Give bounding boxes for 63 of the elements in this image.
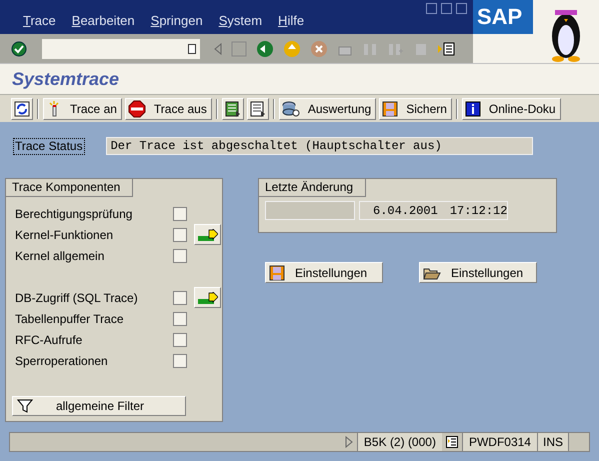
settings-button[interactable]: Einstellungen [265, 262, 383, 283]
expand-arrow-icon[interactable] [344, 436, 353, 448]
up-icon[interactable] [283, 40, 301, 58]
component-label: DB-Zugriff (SQL Trace) [15, 290, 139, 306]
component-label: Sperroperationen [15, 352, 109, 370]
toolbar-icon-button[interactable] [11, 98, 33, 120]
toolbar-button[interactable]: Trace aus [124, 98, 212, 120]
checkbox[interactable] [173, 290, 187, 304]
component-label: Berechtigungsprüfung [15, 206, 134, 222]
list-icon[interactable] [446, 436, 458, 448]
checkbox[interactable] [173, 354, 187, 368]
menu-item[interactable]: Trace [23, 10, 56, 30]
funnel-icon [17, 398, 33, 414]
filter-button[interactable]: allgemeine Filter [12, 396, 186, 416]
back-icon[interactable] [256, 40, 274, 58]
toolbar-button[interactable]: Online-Doku [462, 98, 561, 120]
menu-item[interactable]: Hilfe [278, 10, 304, 30]
toolbar-button[interactable]: Trace an [43, 98, 122, 120]
toolbar-button[interactable]: Sichern [379, 98, 452, 120]
checkbox[interactable] [173, 206, 187, 220]
refresh-icon [14, 100, 30, 116]
field-label: Trace Status [13, 138, 85, 154]
checkbox[interactable] [173, 248, 187, 262]
component-label: Tabellenpuffer Trace [15, 310, 125, 328]
group-title: Letzte Änderung [259, 179, 366, 197]
detail-button[interactable] [194, 224, 221, 245]
history-icon[interactable] [188, 44, 196, 54]
component-label: RFC-Aufrufe [15, 332, 84, 348]
checkbox[interactable] [173, 312, 187, 326]
group-title: Trace Komponenten [6, 179, 134, 197]
page-title: Systemtrace [12, 68, 120, 91]
list-icon [224, 100, 241, 116]
database-icon [282, 100, 300, 116]
time-text: 17:12:12 [450, 202, 508, 220]
insert-mode: INS [536, 433, 569, 451]
command-field[interactable] [42, 38, 200, 58]
stop-sign-icon [128, 100, 146, 118]
menu-item[interactable]: System [218, 10, 262, 30]
close-icon[interactable] [456, 3, 467, 14]
logo: SAP [477, 6, 522, 28]
status-field: Der Trace ist abgeschaltet (Hauptschalter aus) [106, 137, 533, 155]
server-name: PWDF0314 [462, 433, 537, 451]
cancel-icon[interactable] [310, 40, 328, 58]
component-label: Kernel-Funktionen [15, 226, 114, 244]
date-text: 6.04.2001 [373, 202, 438, 220]
toolbar-button[interactable]: Auswertung [278, 98, 376, 120]
menu-item[interactable]: Bearbeiten [72, 10, 135, 30]
settings-button[interactable]: Einstellungen [419, 262, 537, 283]
toolbar-icon-button[interactable] [222, 98, 244, 120]
detail-button[interactable] [194, 287, 221, 308]
info-icon [464, 100, 481, 116]
minimize-icon[interactable] [426, 3, 437, 14]
system-info: B5K (2) (000) [356, 433, 442, 451]
checkbox[interactable] [173, 228, 187, 242]
menu-item[interactable]: Springen [150, 10, 203, 30]
maximize-icon[interactable] [441, 3, 452, 14]
checkmark-icon[interactable] [10, 40, 26, 56]
toolbar-icon-button[interactable] [246, 98, 269, 120]
back-arrow-icon[interactable] [214, 42, 222, 54]
document-icon [250, 100, 266, 116]
layout-icon[interactable] [437, 42, 455, 56]
component-label: Kernel allgemein [15, 248, 106, 264]
checkbox[interactable] [173, 332, 187, 346]
